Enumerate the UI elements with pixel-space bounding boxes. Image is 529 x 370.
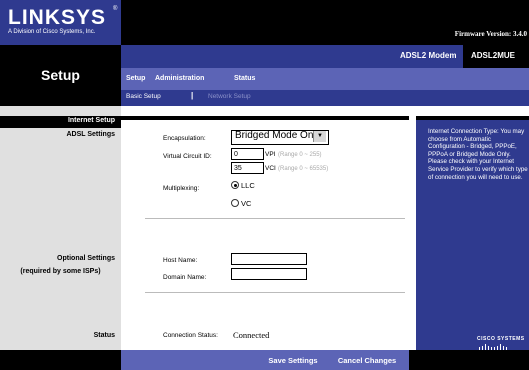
save-settings-button[interactable]: Save Settings: [261, 354, 325, 368]
virtual-circuit-id-label: Virtual Circuit ID:: [163, 153, 212, 160]
section-divider: [145, 292, 405, 293]
vci-input[interactable]: [231, 162, 264, 174]
encapsulation-label: Encapsulation:: [163, 135, 206, 142]
cisco-brand-text: CISCO SYSTEMS: [477, 336, 525, 342]
domain-name-label: Domain Name:: [163, 274, 207, 281]
firmware-version: Firmware Version: 3.4.0: [454, 30, 527, 38]
vpi-input[interactable]: [231, 148, 264, 160]
tab-status[interactable]: Status: [234, 75, 255, 82]
page-title: Setup: [41, 67, 80, 83]
section-label-adsl-settings: ADSL Settings: [66, 131, 116, 138]
host-name-label: Host Name:: [163, 257, 198, 264]
logo-text: LINKSYS: [8, 6, 107, 29]
sidebar: [0, 106, 121, 350]
tab-setup[interactable]: Setup: [126, 75, 145, 82]
subtab-basic-setup[interactable]: Basic Setup: [126, 93, 161, 100]
section-label-optional-settings: Optional Settings: [57, 255, 115, 262]
connection-status-value: Connected: [233, 330, 270, 340]
vc-radio-label: VC: [241, 199, 252, 208]
subnav-bar: [121, 90, 529, 106]
vc-radio[interactable]: [231, 199, 239, 207]
vpi-label: VPI: [265, 151, 276, 158]
multiplexing-label: Multiplexing:: [163, 185, 200, 192]
section-label-required-note: (required by some ISPs): [20, 268, 101, 275]
vpi-range-hint: (Range 0 ~ 255): [278, 152, 322, 158]
model-label: ADSL2 Modem: [400, 51, 457, 60]
logo-registered-mark: ®: [113, 6, 118, 12]
subtab-network-setup[interactable]: Network Setup: [208, 93, 251, 100]
tab-administration[interactable]: Administration: [155, 75, 204, 82]
domain-name-input[interactable]: [231, 268, 307, 280]
main-header-strip: [121, 116, 409, 120]
sidebar-title-internet-setup: Internet Setup: [67, 117, 115, 124]
model-name: ADSL2MUE: [471, 51, 516, 60]
llc-radio-label: LLC: [241, 181, 255, 190]
cisco-logo-icon: [479, 344, 507, 350]
help-text: Internet Connection Type: You may choose…: [428, 128, 528, 181]
section-label-status: Status: [93, 332, 115, 339]
host-name-input[interactable]: [231, 253, 307, 265]
logo-subtitle: A Division of Cisco Systems, Inc.: [8, 29, 96, 35]
cancel-changes-button[interactable]: Cancel Changes: [331, 354, 403, 368]
vci-range-hint: (Range 0 ~ 65535): [278, 166, 329, 172]
vci-label: VCI: [265, 165, 276, 172]
chevron-down-icon[interactable]: ▼: [313, 131, 326, 142]
llc-radio[interactable]: [231, 181, 239, 189]
connection-status-label: Connection Status:: [163, 332, 218, 339]
section-divider: [145, 218, 405, 219]
encapsulation-value: Bridged Mode Only: [235, 130, 321, 141]
subtab-separator: |: [191, 91, 194, 100]
